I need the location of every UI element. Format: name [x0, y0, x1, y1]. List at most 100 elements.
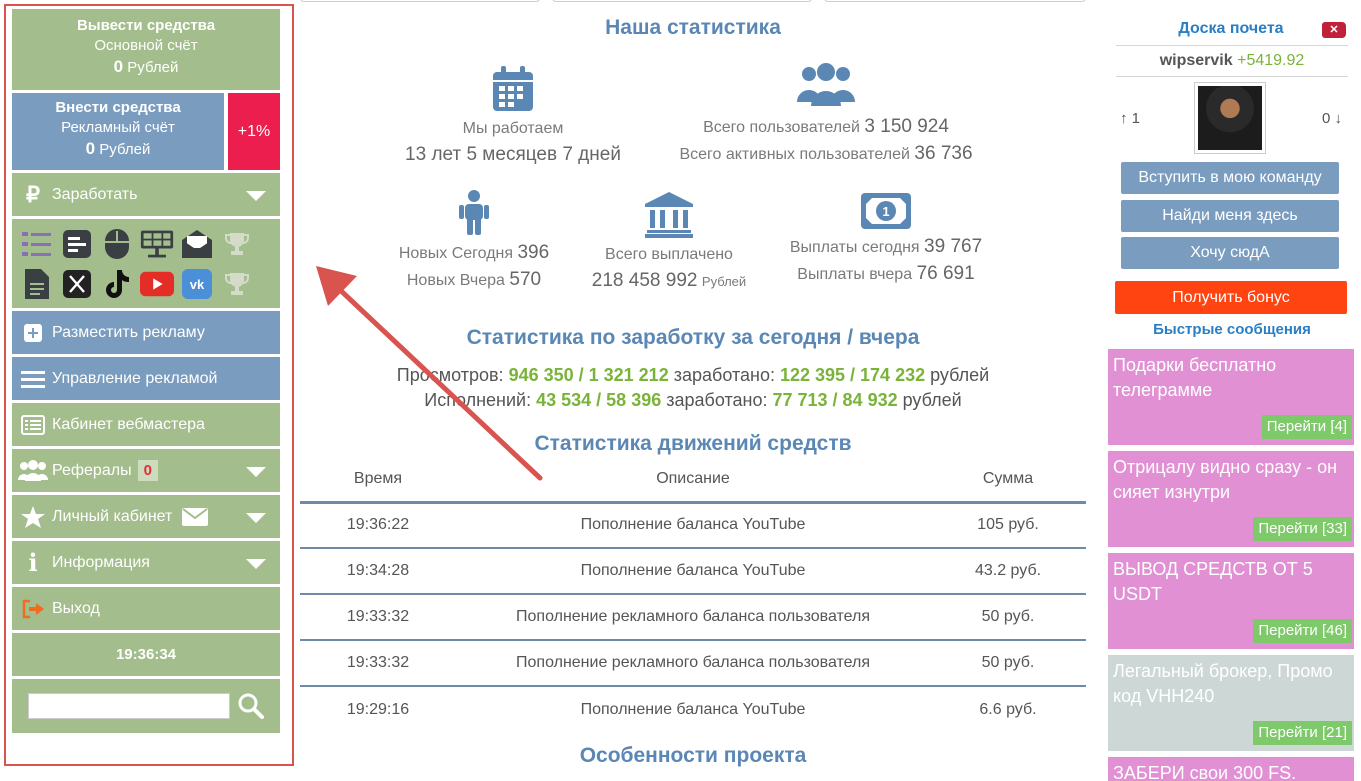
paid-label: Всего выплачено — [605, 246, 733, 263]
search-input[interactable] — [28, 693, 230, 719]
working-value: 13 лет 5 месяцев 7 дней — [405, 144, 621, 165]
stat-users: Всего пользователей 3 150 924 Всего акти… — [654, 62, 998, 168]
mouse-icon[interactable] — [100, 227, 134, 261]
col-description: Описание — [456, 458, 930, 504]
deposit-amount: 0 — [85, 139, 96, 158]
menu-referrals[interactable]: Рефералы 0 — [12, 449, 280, 495]
table-row: 19:34:28 Пополнение баланса YouTube 43.2 р… — [300, 548, 1086, 595]
leader-name[interactable]: wipservik — [1160, 52, 1233, 69]
tasks-currency: рублей — [902, 390, 962, 410]
withdraw-title[interactable]: Вывести средства — [12, 17, 280, 34]
calendar-icon — [493, 66, 533, 111]
chevron-down-icon[interactable] — [246, 559, 266, 569]
pay-today-line: Выплаты сегодня 39 767 — [770, 234, 1002, 261]
honor-board-title[interactable]: Доска почета — [1116, 20, 1346, 38]
row-description: Пополнение баланса YouTube — [456, 502, 930, 549]
tasks-list-icon[interactable] — [20, 227, 54, 261]
table-row: 19:29:16 Пополнение баланса YouTube 6.6 ру… — [300, 686, 1086, 732]
views-currency: рублей — [930, 365, 990, 385]
col-amount: Сумма — [930, 458, 1086, 504]
withdraw-balance: 0 Рублей — [12, 57, 280, 77]
avatar[interactable] — [1194, 82, 1266, 154]
deposit-bonus-badge[interactable]: +1% — [228, 93, 280, 170]
search-icon[interactable] — [238, 693, 264, 719]
vk-icon[interactable]: vk — [180, 267, 214, 301]
pay-yesterday-label: Выплаты вчера — [797, 266, 913, 283]
ad-text: ВЫВОД СРЕДСТВ ОТ 5 USDT — [1113, 559, 1313, 604]
x-twitter-icon[interactable] — [60, 267, 94, 301]
deposit-title[interactable]: Внести средства — [12, 99, 224, 116]
trophy-icon[interactable] — [220, 227, 254, 261]
ad-card: ЗАБЕРИ свои 300 FS. — [1108, 757, 1354, 781]
stat-paid: Всего выплачено 218 458 992 Рублей — [572, 192, 766, 295]
menu-logout[interactable]: Выход — [12, 587, 280, 633]
person-icon — [459, 190, 489, 235]
deposit-button[interactable]: Внести средства Рекламный счёт 0 Рублей — [12, 93, 224, 170]
menu-place-ad[interactable]: Разместить рекламу — [12, 311, 280, 357]
star-icon — [18, 505, 48, 528]
close-icon[interactable]: ✕ — [1322, 22, 1346, 38]
envelope-icon[interactable] — [182, 507, 209, 526]
document-icon[interactable] — [20, 267, 54, 301]
deposit-balance: 0 Рублей — [12, 139, 224, 159]
tasks-earned-value: 77 713 / 84 932 — [772, 390, 898, 410]
chevron-down-icon[interactable] — [246, 191, 266, 201]
menu-manage-ads[interactable]: Управление рекламой — [12, 357, 280, 403]
join-team-button[interactable]: Вступить в мою команду — [1121, 162, 1339, 194]
server-clock: 19:36:34 — [12, 633, 280, 679]
ad-text: Легальный брокер, Промо код VHH240 — [1113, 661, 1333, 706]
svg-text:vk: vk — [190, 277, 205, 292]
views-label: Просмотров: — [396, 365, 504, 385]
menu-icon — [18, 369, 48, 389]
ad-go-button[interactable]: Перейти [21] — [1253, 721, 1352, 745]
col-time: Время — [300, 458, 456, 504]
menu-info[interactable]: i Информация — [12, 541, 280, 587]
divider — [1116, 76, 1348, 77]
chevron-down-icon[interactable] — [246, 513, 266, 523]
ruble-icon: ₽ — [26, 181, 40, 207]
menu-webmaster-label: Кабинет вебмастера — [52, 415, 205, 433]
menu-logout-label: Выход — [52, 599, 100, 617]
leader-amount: +5419.92 — [1237, 52, 1305, 69]
mail-open-icon[interactable] — [180, 227, 214, 261]
menu-webmaster[interactable]: Кабинет вебмастера — [12, 403, 280, 449]
quick-messages-link[interactable]: Быстрые сообщения — [1116, 321, 1348, 338]
row-description: Пополнение рекламного баланса пользовате… — [456, 594, 930, 641]
billboard-icon[interactable] — [140, 227, 174, 261]
views-value: 946 350 / 1 321 212 — [508, 365, 669, 385]
earnings-title: Статистика по заработку за сегодня / вче… — [466, 326, 920, 349]
youtube-icon[interactable] — [140, 267, 174, 301]
row-description: Пополнение баланса YouTube — [456, 548, 930, 595]
menu-earn[interactable]: ₽ Заработать — [12, 173, 280, 219]
ad-go-button[interactable]: Перейти [33] — [1253, 517, 1352, 541]
table-row: 19:36:22 Пополнение баланса YouTube 105 ру… — [300, 502, 1086, 549]
find-me-button[interactable]: Найди меня здесь — [1121, 200, 1339, 232]
earn-icons-grid: vk — [12, 219, 280, 311]
sidebar-highlight-frame: Вывести средства Основной счёт 0 Рублей … — [4, 4, 294, 766]
main-content: Наша статистика Мы работаем 13 лет 5 мес… — [300, 0, 1086, 781]
want-here-button[interactable]: Хочу сюдА — [1121, 237, 1339, 269]
tasks-value: 43 534 / 58 396 — [536, 390, 662, 410]
table-icon — [18, 414, 48, 435]
trophy-icon[interactable] — [220, 267, 254, 301]
pay-today-label: Выплаты сегодня — [789, 239, 920, 256]
get-bonus-button[interactable]: Получить бонус — [1115, 281, 1347, 314]
rank-down: 0 ↓ — [1321, 110, 1342, 127]
ad-text: ЗАБЕРИ свои 300 FS. — [1113, 763, 1297, 781]
moves-title: Статистика движений средств — [534, 432, 852, 455]
tiktok-icon[interactable] — [100, 267, 134, 301]
row-time: 19:34:28 — [300, 548, 456, 595]
ad-go-button[interactable]: Перейти [4] — [1261, 415, 1352, 439]
chevron-down-icon[interactable] — [246, 467, 266, 477]
users-line: Всего пользователей 3 150 924 — [654, 114, 998, 141]
menu-cabinet[interactable]: Личный кабинет — [12, 495, 280, 541]
article-icon[interactable] — [60, 227, 94, 261]
pay-yesterday-line: Выплаты вчера 76 691 — [770, 261, 1002, 288]
row-amount: 50 руб. — [930, 594, 1086, 641]
stat-payouts: 1 Выплаты сегодня 39 767 Выплаты вчера 7… — [770, 192, 1002, 288]
row-description: Пополнение баланса YouTube — [580, 700, 806, 718]
ad-card: Подарки бесплатно телеграмме Перейти [4] — [1108, 349, 1354, 445]
views-earned-label: заработано: — [673, 365, 775, 385]
ad-go-button[interactable]: Перейти [46] — [1253, 619, 1352, 643]
withdraw-block[interactable]: Вывести средства Основной счёт 0 Рублей — [12, 9, 280, 93]
